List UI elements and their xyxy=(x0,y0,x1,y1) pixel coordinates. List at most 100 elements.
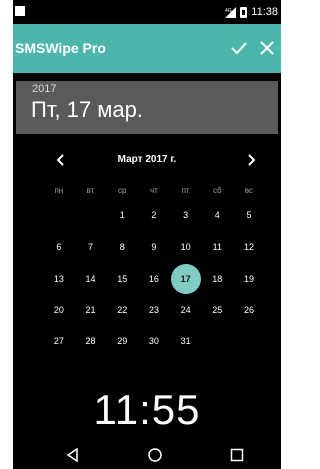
calendar-day[interactable]: 20 xyxy=(43,300,75,320)
calendar-day[interactable]: 5 xyxy=(233,205,265,225)
calendar-day[interactable]: 25 xyxy=(201,300,233,320)
calendar-day[interactable]: 8 xyxy=(106,237,138,257)
calendar-day[interactable]: 16 xyxy=(138,269,170,289)
calendar-day-number: 26 xyxy=(243,305,254,315)
calendar-day[interactable]: 22 xyxy=(106,300,138,320)
calendar-day[interactable]: 14 xyxy=(75,269,107,289)
weekday-label: вт xyxy=(86,186,95,195)
calendar-day[interactable]: 18 xyxy=(201,269,233,289)
calendar-day[interactable]: 23 xyxy=(138,300,170,320)
calendar-day[interactable]: 27 xyxy=(43,331,75,351)
calendar-empty-cell xyxy=(233,331,265,351)
calendar-day-number: 31 xyxy=(180,336,191,346)
system-nav-bar xyxy=(13,440,281,469)
month-nav: Март 2017 г. xyxy=(13,150,281,170)
selected-date-label[interactable]: Пт, 17 мар. xyxy=(31,97,143,123)
date-header: 2017 Пт, 17 мар. xyxy=(16,81,278,134)
next-month-chevron-icon[interactable] xyxy=(243,152,259,168)
calendar-day[interactable]: 19 xyxy=(233,269,265,289)
weekday-label: пт xyxy=(181,186,190,195)
status-right: 4G 11:38 xyxy=(225,5,278,19)
phone-screen: 4G 11:38 SMSWipe Pro 2017 Пт, 17 мар. Ма… xyxy=(13,0,281,469)
calendar-day-number: 19 xyxy=(243,274,254,284)
status-time: 11:38 xyxy=(251,6,278,18)
calendar-day-number: 15 xyxy=(117,274,128,284)
month-title: Март 2017 г. xyxy=(117,154,177,165)
calendar-day-number: 18 xyxy=(212,274,223,284)
calendar-day-number: 27 xyxy=(53,336,64,346)
calendar-day-number: 1 xyxy=(119,210,125,220)
calendar-day-number: 6 xyxy=(56,242,62,252)
weekday-label: пн xyxy=(54,186,64,195)
calendar-day-number: 9 xyxy=(151,242,157,252)
calendar-day-number: 21 xyxy=(85,305,96,315)
calendar-day-number: 7 xyxy=(88,242,94,252)
calendar-day[interactable]: 11 xyxy=(201,237,233,257)
calendar-day[interactable]: 9 xyxy=(138,237,170,257)
confirm-check-icon[interactable] xyxy=(229,38,249,58)
calendar-day[interactable]: 1 xyxy=(106,205,138,225)
weekday-label: чт xyxy=(149,186,158,195)
calendar-day-number: 30 xyxy=(148,336,159,346)
calendar-week-row: 13 14 15 16 17 18 19 xyxy=(43,264,265,294)
calendar-week-row: 27 28 29 30 31 xyxy=(43,331,265,351)
calendar-day-number: 8 xyxy=(119,242,125,252)
weekday-header: пн вт ср чт пт сб вс xyxy=(43,181,265,201)
calendar-day-number: 22 xyxy=(117,305,128,315)
calendar-day[interactable]: 13 xyxy=(43,269,75,289)
battery-icon xyxy=(240,6,248,18)
calendar-day-number: 5 xyxy=(246,210,252,220)
calendar-day[interactable]: 12 xyxy=(233,237,265,257)
calendar-day[interactable]: 3 xyxy=(170,205,202,225)
calendar-week-row: 1 2 3 4 5 xyxy=(43,205,265,225)
recents-icon[interactable] xyxy=(229,447,245,463)
calendar-day-number: 29 xyxy=(117,336,128,346)
app-bar: SMSWipe Pro xyxy=(13,24,281,73)
home-icon[interactable] xyxy=(147,447,163,463)
calendar-day-number: 16 xyxy=(148,274,159,284)
calendar-week-row: 20 21 22 23 24 25 26 xyxy=(43,300,265,320)
close-icon[interactable] xyxy=(257,38,277,58)
calendar-day[interactable]: 31 xyxy=(170,331,202,351)
year-label[interactable]: 2017 xyxy=(32,83,56,95)
calendar-day-number: 23 xyxy=(148,305,159,315)
calendar-day-number: 13 xyxy=(53,274,64,284)
calendar-day[interactable]: 6 xyxy=(43,237,75,257)
calendar-day[interactable]: 29 xyxy=(106,331,138,351)
calendar-day[interactable]: 26 xyxy=(233,300,265,320)
calendar-empty-cell xyxy=(43,205,75,225)
weekday-label: ср xyxy=(117,186,127,195)
svg-text:4G: 4G xyxy=(225,8,232,14)
calendar-day[interactable]: 30 xyxy=(138,331,170,351)
calendar-week-row: 6 7 8 9 10 11 12 xyxy=(43,237,265,257)
calendar-day-number: 28 xyxy=(85,336,96,346)
weekday-label: сб xyxy=(212,186,222,195)
calendar-day[interactable]: 28 xyxy=(75,331,107,351)
calendar-day-number: 12 xyxy=(243,242,254,252)
back-icon[interactable] xyxy=(65,447,81,463)
calendar-empty-cell xyxy=(201,331,233,351)
calendar-day[interactable]: 4 xyxy=(201,205,233,225)
calendar-day-number: 17 xyxy=(180,274,191,284)
calendar-day[interactable]: 2 xyxy=(138,205,170,225)
calendar-day-number: 3 xyxy=(183,210,189,220)
clock-display[interactable]: 11:55 xyxy=(13,386,281,434)
calendar-day-number: 10 xyxy=(180,242,191,252)
calendar-day[interactable]: 15 xyxy=(106,269,138,289)
calendar-day-number: 25 xyxy=(212,305,223,315)
status-bar: 4G 11:38 xyxy=(13,0,281,24)
calendar-day[interactable]: 10 xyxy=(170,237,202,257)
calendar-day-number: 2 xyxy=(151,210,157,220)
calendar-day-number: 4 xyxy=(214,210,220,220)
calendar-day-selected[interactable]: 17 xyxy=(170,264,202,294)
notification-icon xyxy=(15,6,25,16)
weekday-label: вс xyxy=(244,186,254,195)
calendar-day[interactable]: 7 xyxy=(75,237,107,257)
calendar-day-number: 11 xyxy=(212,242,222,252)
calendar-empty-cell xyxy=(75,205,107,225)
calendar-day-number: 14 xyxy=(85,274,96,284)
signal-icon: 4G xyxy=(225,6,237,18)
calendar-day[interactable]: 24 xyxy=(170,300,202,320)
calendar-day-number: 20 xyxy=(53,305,64,315)
calendar-day[interactable]: 21 xyxy=(75,300,107,320)
